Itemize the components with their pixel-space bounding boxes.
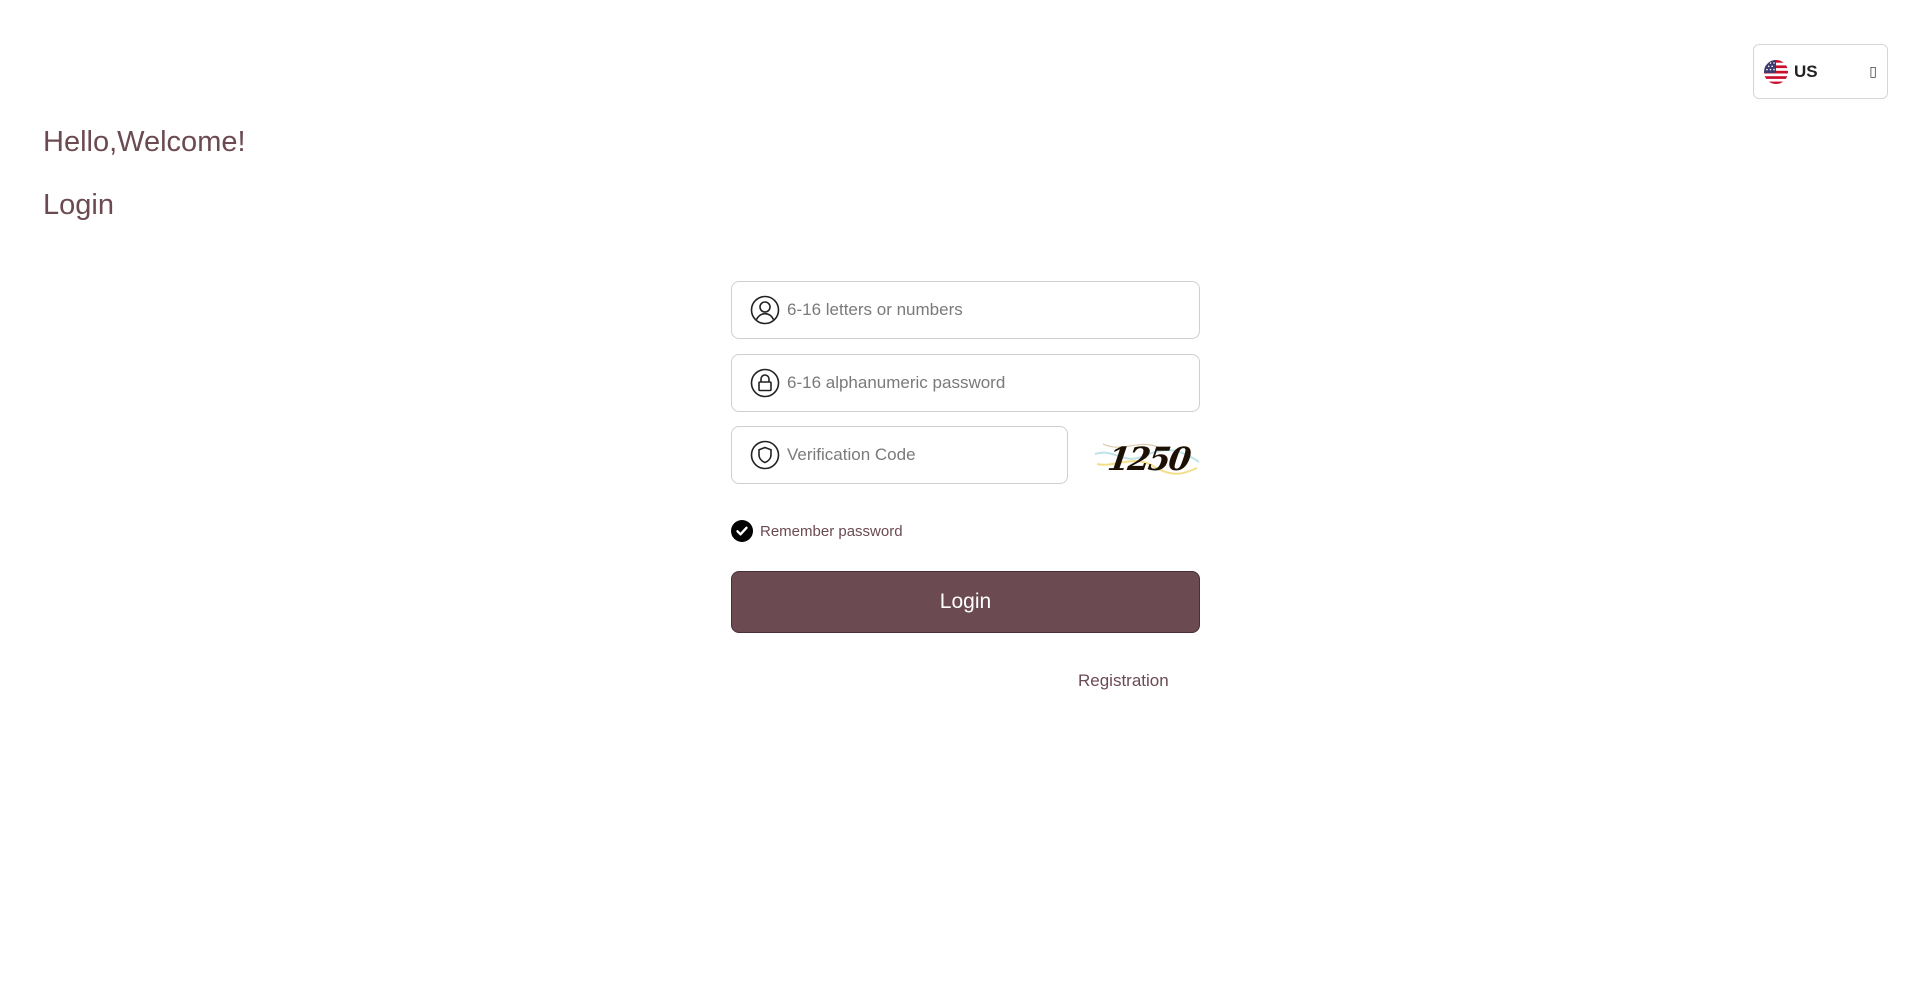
verification-field[interactable] [731, 426, 1068, 484]
chevron-down-icon: ▯ [1869, 63, 1877, 80]
login-button[interactable]: Login [731, 571, 1200, 633]
user-icon [750, 295, 780, 325]
captcha-image[interactable]: 1250 [1093, 424, 1200, 486]
shield-icon [750, 440, 780, 470]
password-input[interactable] [787, 355, 1199, 411]
verification-input[interactable] [787, 427, 1067, 483]
greeting-text: Hello,Welcome! [43, 126, 246, 158]
language-code: US [1794, 61, 1818, 81]
registration-link[interactable]: Registration [1078, 671, 1169, 691]
us-flag-icon [1764, 59, 1788, 84]
captcha-text: 1250 [1105, 440, 1193, 478]
checkmark-icon[interactable] [731, 520, 753, 542]
username-input[interactable] [787, 282, 1199, 338]
remember-password-label: Remember password [760, 522, 903, 540]
language-selector[interactable]: US ▯ [1753, 44, 1888, 99]
password-field[interactable] [731, 354, 1200, 412]
remember-password-toggle[interactable]: Remember password [731, 520, 903, 542]
lock-icon [750, 368, 780, 398]
page-title: Login [43, 189, 114, 221]
username-field[interactable] [731, 281, 1200, 339]
